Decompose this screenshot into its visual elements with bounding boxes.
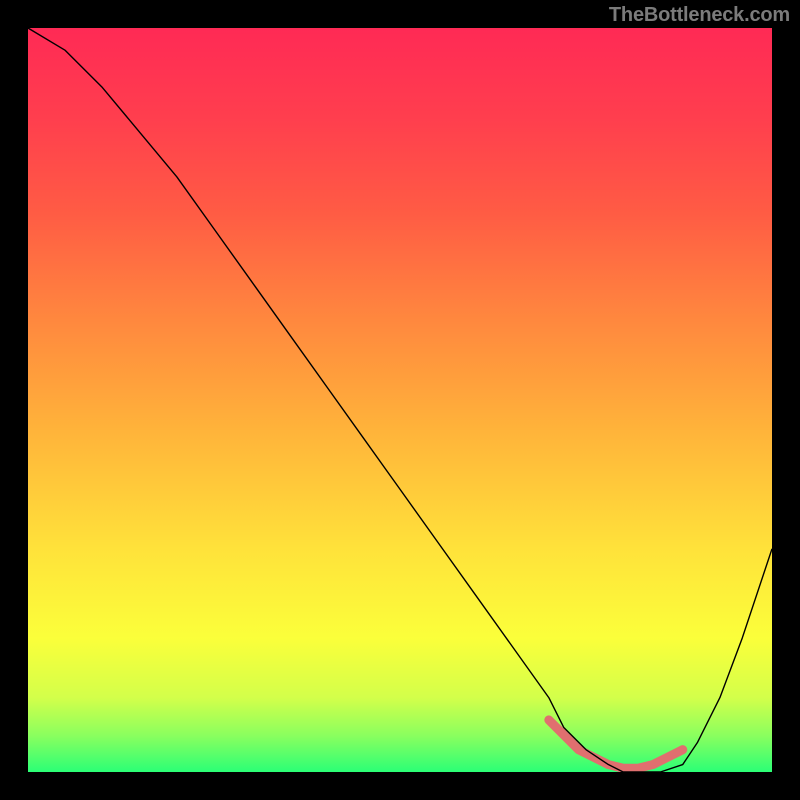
watermark-text: TheBottleneck.com (609, 4, 790, 27)
bottleneck-chart (28, 28, 772, 772)
chart-stage: TheBottleneck.com (0, 0, 800, 800)
gradient-background (28, 28, 772, 772)
